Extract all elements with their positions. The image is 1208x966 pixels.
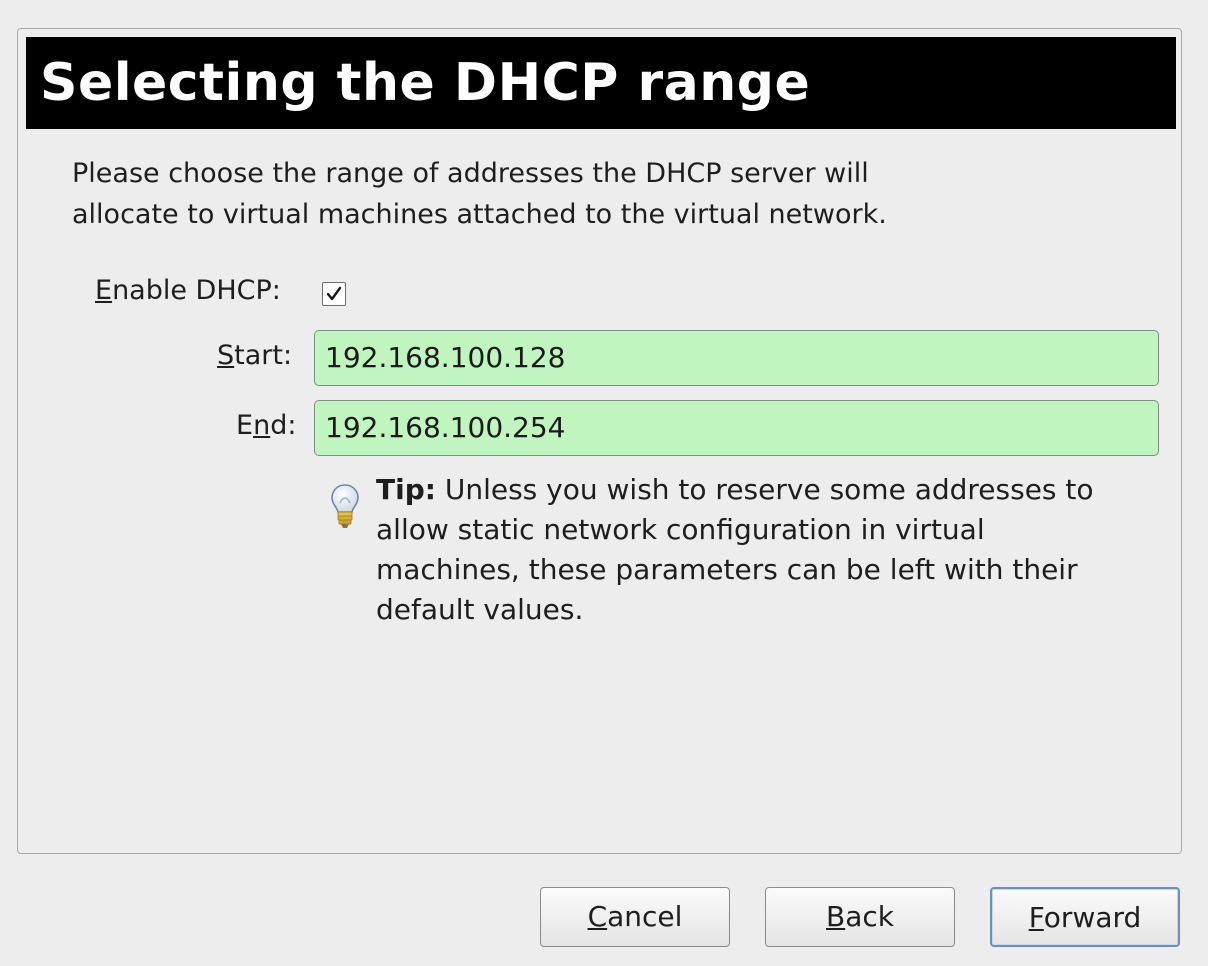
start-label-mnemonic: S — [217, 340, 235, 371]
end-label-mnemonic: n — [253, 410, 271, 441]
end-label-pre: E — [236, 410, 254, 441]
back-button-mnemonic: B — [826, 900, 846, 933]
cancel-button-label: ancel — [607, 900, 683, 933]
forward-button-mnemonic: F — [1028, 901, 1044, 934]
start-label-text: tart: — [234, 340, 293, 371]
start-label: Start: — [217, 340, 292, 371]
intro-line-1: Please choose the range of addresses the… — [72, 158, 869, 189]
back-button[interactable]: Back — [765, 887, 955, 947]
tip-line-2: allow static network configuration in vi… — [376, 513, 985, 546]
start-address-input[interactable]: 192.168.100.128 — [314, 330, 1159, 386]
tip-line-1: Tip: Unless you wish to reserve some add… — [376, 470, 1176, 510]
cancel-button-mnemonic: C — [587, 900, 608, 933]
intro-line-2: allocate to virtual machines attached to… — [72, 199, 887, 230]
tip-line-4: default values. — [376, 593, 584, 626]
wizard-page-panel: Selecting the DHCP range Please choose t… — [17, 28, 1182, 854]
forward-button-label: orward — [1043, 901, 1142, 934]
tip-prefix: Tip: — [376, 473, 436, 506]
tip-line-3: machines, these parameters can be left w… — [376, 553, 1078, 586]
checkmark-icon — [326, 286, 342, 301]
end-label: End: — [236, 410, 296, 441]
enable-dhcp-label-mnemonic: E — [95, 275, 113, 306]
lightbulb-icon — [331, 484, 359, 528]
tip-text: Tip: Unless you wish to reserve some add… — [376, 470, 1176, 630]
forward-button[interactable]: Forward — [990, 887, 1180, 947]
intro-text: Please choose the range of addresses the… — [72, 153, 1072, 235]
dialog-window: Selecting the DHCP range Please choose t… — [0, 0, 1208, 966]
tip-line-1-text: Unless you wish to reserve some addresse… — [435, 473, 1094, 506]
back-button-label: ack — [845, 900, 894, 933]
enable-dhcp-label-text: nable DHCP: — [112, 275, 281, 306]
end-address-input[interactable]: 192.168.100.254 — [314, 400, 1159, 456]
page-title: Selecting the DHCP range — [26, 37, 1176, 129]
enable-dhcp-checkbox[interactable] — [322, 282, 346, 306]
end-label-text: d: — [270, 410, 297, 441]
enable-dhcp-label: Enable DHCP: — [95, 275, 281, 306]
cancel-button[interactable]: Cancel — [540, 887, 730, 947]
